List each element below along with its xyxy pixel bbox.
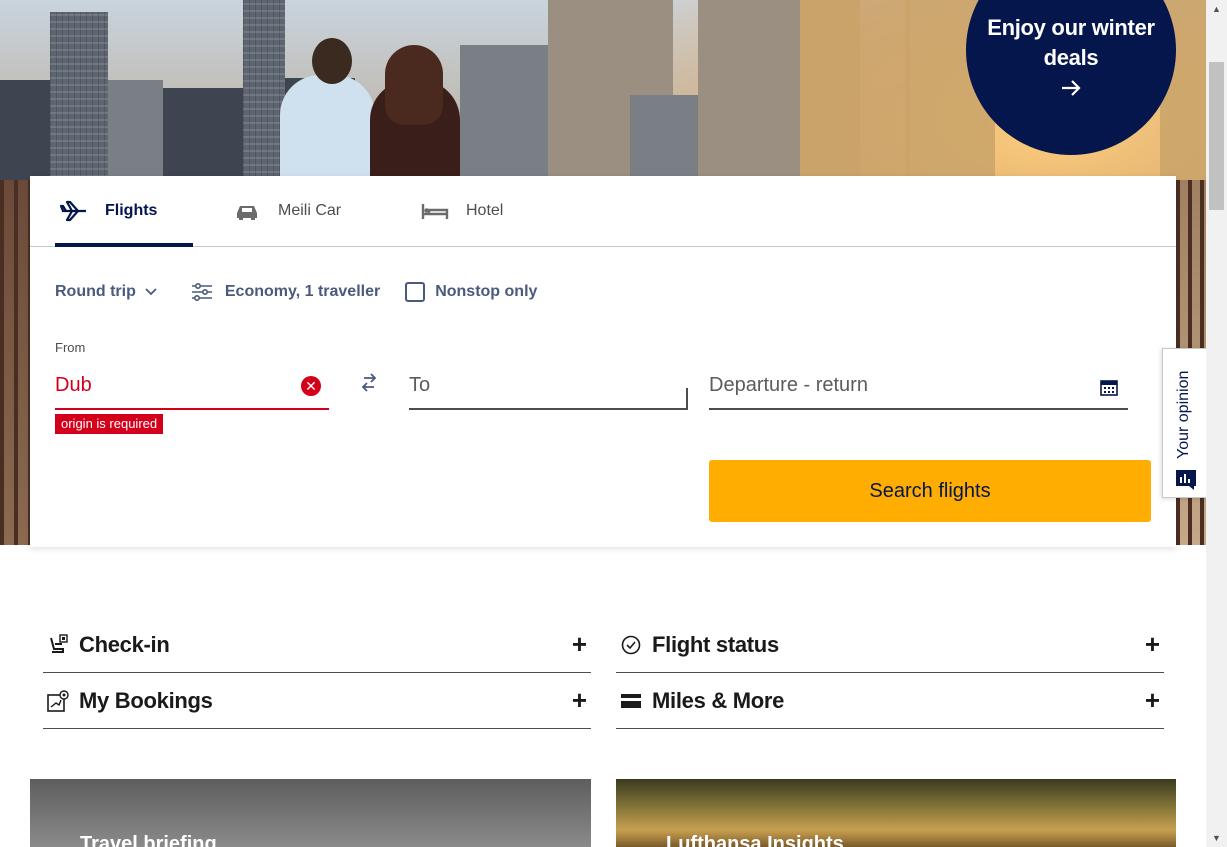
to-placeholder: To <box>409 374 431 396</box>
teaser-title: Lufthansa Insights <box>666 833 844 847</box>
building <box>860 0 910 180</box>
tab-label: Meili Car <box>278 202 342 219</box>
sliders-icon <box>191 283 213 301</box>
building <box>108 80 163 190</box>
clear-icon[interactable]: ✕ <box>301 376 321 396</box>
trip-type-value: Round trip <box>55 283 136 300</box>
search-options: Round trip Economy, 1 traveller Nonstop … <box>55 280 537 304</box>
tab-car[interactable]: Meili Car <box>230 176 360 246</box>
tab-flights[interactable]: Flights <box>55 176 193 247</box>
to-field[interactable]: To <box>409 364 688 410</box>
feedback-icon <box>1175 469 1197 496</box>
feedback-label: Your opinion <box>1175 370 1192 459</box>
nonstop-checkbox[interactable]: Nonstop only <box>405 282 537 302</box>
car-icon <box>230 199 264 223</box>
card-icon <box>620 690 642 712</box>
building <box>243 0 285 180</box>
building <box>800 0 860 180</box>
calendar-icon[interactable] <box>1100 378 1118 401</box>
bed-icon <box>418 199 452 223</box>
man-silhouette <box>280 75 375 185</box>
quick-link-bookings[interactable]: My Bookings + <box>43 673 591 729</box>
from-label: From <box>55 340 86 355</box>
scroll-down-arrow-icon[interactable]: ▼ <box>1212 833 1221 843</box>
quick-link-flight-status[interactable]: Flight status + <box>616 617 1164 673</box>
scroll-up-arrow-icon[interactable]: ▲ <box>1212 4 1221 14</box>
plus-icon: + <box>571 685 587 715</box>
tab-label: Hotel <box>466 202 504 219</box>
booking-widget: Flights Meili Car Hotel Round trip Econo… <box>30 176 1176 547</box>
search-flights-button[interactable]: Search flights <box>709 460 1151 522</box>
promo-text: Enjoy our winter deals <box>987 15 1155 70</box>
building <box>698 0 808 180</box>
trip-type-dropdown[interactable]: Round trip <box>55 283 157 301</box>
tab-hotel[interactable]: Hotel <box>418 176 538 246</box>
teaser-lufthansa-insights[interactable]: Lufthansa Insights <box>616 779 1176 847</box>
dates-field[interactable]: Departure - return <box>709 364 1128 410</box>
nonstop-label: Nonstop only <box>435 283 538 300</box>
plus-icon: + <box>1144 685 1160 715</box>
checkbox-box[interactable] <box>405 282 426 302</box>
arrow-right-icon <box>966 77 1176 104</box>
cabin-travellers-selector[interactable]: Economy, 1 traveller <box>191 283 380 301</box>
plus-icon: + <box>1144 629 1160 659</box>
booking-icon <box>47 690 69 712</box>
building <box>50 12 108 177</box>
building <box>163 88 243 183</box>
booking-tabs: Flights Meili Car Hotel <box>30 176 1176 247</box>
scrollbar-thumb[interactable] <box>1209 62 1224 210</box>
page-scrollbar[interactable]: ▲ ▼ <box>1206 0 1227 847</box>
quick-link-label: My Bookings <box>79 688 213 713</box>
quick-link-label: Flight status <box>652 632 779 657</box>
clock-icon <box>620 634 642 656</box>
man-head <box>312 38 352 84</box>
woman-head <box>385 45 443 125</box>
airplane-icon <box>57 199 91 223</box>
tab-label: Flights <box>105 202 158 219</box>
checkin-seat-icon <box>47 634 69 656</box>
from-field: ✕ <box>55 364 329 410</box>
quick-link-label: Check-in <box>79 632 170 657</box>
quick-link-miles-more[interactable]: Miles & More + <box>616 673 1164 729</box>
from-error-message: origin is required <box>55 414 164 434</box>
from-input[interactable] <box>55 374 285 397</box>
teaser-title: Travel briefing <box>80 833 217 847</box>
teaser-travel-briefing[interactable]: Travel briefing <box>30 779 591 847</box>
cabin-travellers-value: Economy, 1 traveller <box>224 283 381 300</box>
quick-link-label: Miles & More <box>652 688 785 713</box>
plus-icon: + <box>571 629 587 659</box>
dates-placeholder: Departure - return <box>709 374 868 396</box>
quick-link-checkin[interactable]: Check-in + <box>43 617 591 673</box>
feedback-tab[interactable]: Your opinion <box>1162 348 1206 498</box>
swap-icon[interactable] <box>360 372 382 394</box>
chevron-down-icon <box>145 283 157 301</box>
